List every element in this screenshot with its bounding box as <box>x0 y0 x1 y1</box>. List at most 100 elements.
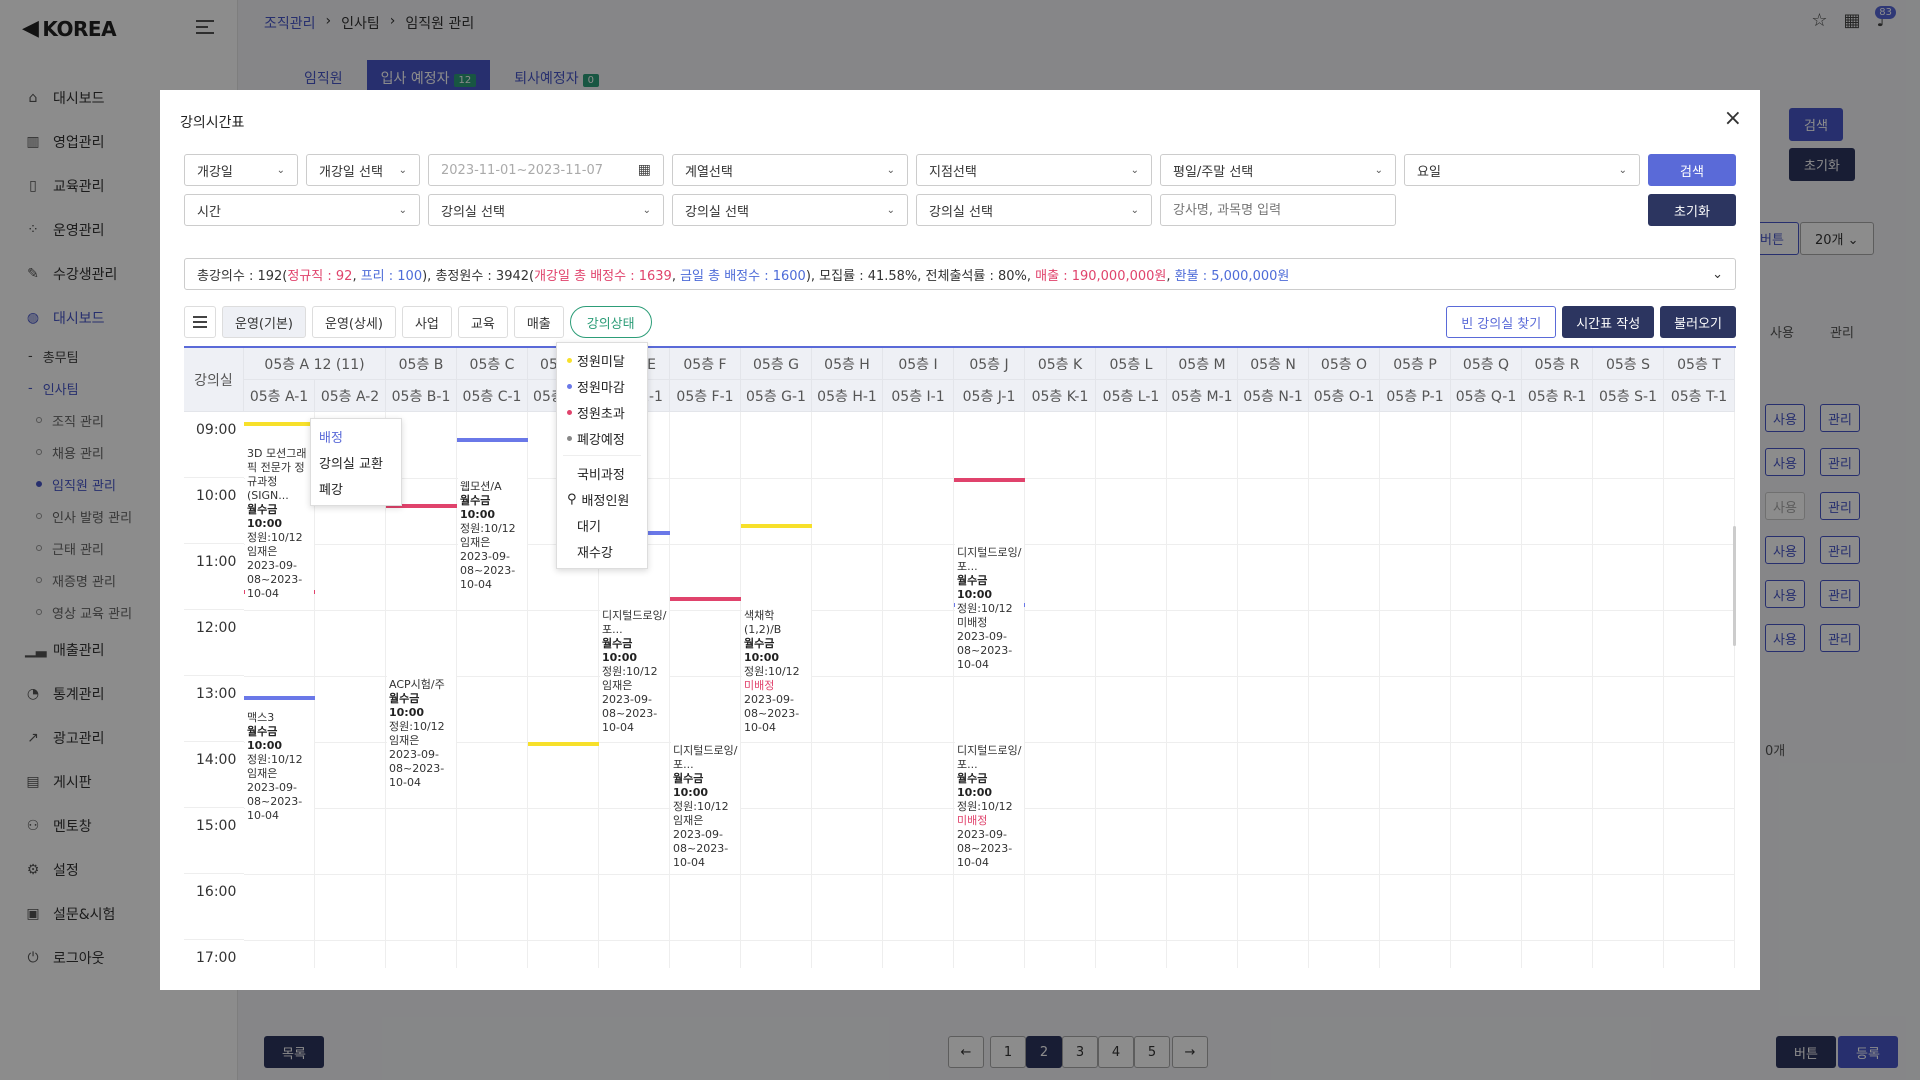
tab-operation-basic[interactable]: 운영(기본) <box>222 306 306 338</box>
tab-lecture-status[interactable]: 강의상태 <box>569 306 652 338</box>
status-dropdown: 정원미달 정원마감 정원초과 폐강예정 국비과정 ⚲ 배정인원 대기 재수강 <box>556 342 648 569</box>
lecture-card[interactable]: 디지털드로잉/포... 월수금 10:00 정원:10/12 미배정 2023-09-0… <box>955 544 1024 674</box>
time-label: 09:00 <box>184 412 244 478</box>
status-gov-course[interactable]: 국비과정 <box>557 460 647 486</box>
summary-text: 총강의수 : 192(정규직 : 92, 프리 : 100), 총정원수 : 3… <box>197 268 1290 284</box>
lecture-t: 맥스3 <box>247 711 275 724</box>
summary-bar[interactable]: 총강의수 : 192(정규직 : 92, 프리 : 100), 총정원수 : 3… <box>184 258 1736 290</box>
lecture-card[interactable]: 색채학(1,2)/B 월수금 10:00 정원:10/12 미배정 2023-09-08… <box>742 606 811 737</box>
room-select-2[interactable]: 강의실 선택 ⌄ <box>672 194 908 226</box>
lecture-card[interactable]: 웹모션/A 월수금 10:00 정원:10/12 임재은 2023-09-08~2023… <box>458 478 527 594</box>
lecture-card[interactable]: 맥스3 월수금 10:00 정원:10/12 임재은 2023-09-08~2023-1… <box>245 709 314 825</box>
grid-column <box>812 412 883 968</box>
time-select[interactable]: 시간 ⌄ <box>184 194 420 226</box>
search-button[interactable]: 검색 <box>1648 154 1736 186</box>
hamburger-icon[interactable] <box>184 306 216 338</box>
time-label: 11:00 <box>184 544 244 610</box>
lecture-p: 2023-09-08~2023-10-04 <box>247 559 303 600</box>
schedule-grid-body: 강의실05층 A 12 (11)05층 B05층 C05층 D05층 E05층 … <box>184 348 1736 968</box>
chevron-down-icon: ⌄ <box>398 164 407 176</box>
day-select[interactable]: 요일 ⌄ <box>1404 154 1640 186</box>
grid-column <box>1593 412 1664 968</box>
status-over[interactable]: 정원초과 <box>557 399 647 425</box>
subroom-header: 05층 H-1 <box>812 380 883 412</box>
grid-column <box>1025 412 1096 968</box>
time-label: 13:00 <box>184 676 244 742</box>
reset-button[interactable]: 초기화 <box>1648 194 1736 226</box>
tab-education[interactable]: 교육 <box>457 306 508 338</box>
chevron-down-icon: ⌄ <box>886 204 895 216</box>
lecture-card[interactable]: ACP시험/주 월수금 10:00 정원:10/12 임재은 2023-09-08~20… <box>387 676 456 792</box>
lecture-card[interactable]: 디지털드로잉/포... 월수금 10:00 정원:10/12 임재은 2023-09-0… <box>600 606 669 737</box>
person-icon: ⚲ <box>567 491 577 507</box>
grid-column <box>1096 412 1167 968</box>
series-select[interactable]: 계열선택 ⌄ <box>672 154 908 186</box>
ctx-swap-room[interactable]: 강의실 교환 <box>311 449 401 475</box>
scrollbar[interactable] <box>1733 526 1736 646</box>
close-icon[interactable]: × <box>1724 106 1742 131</box>
subroom-header: 05층 A-2 <box>315 380 386 412</box>
status-underfilled[interactable]: 정원미달 <box>557 347 647 373</box>
branch-select[interactable]: 지점선택 ⌄ <box>916 154 1152 186</box>
room-header: 05층 T <box>1664 348 1735 380</box>
lecture-d: 월수금 10:00 <box>673 772 709 799</box>
room-select-1[interactable]: 강의실 선택 ⌄ <box>428 194 664 226</box>
room-header: 05층 L <box>1096 348 1167 380</box>
grid-column <box>1380 412 1451 968</box>
tab-operation-detail[interactable]: 운영(상세) <box>311 306 396 338</box>
date-range-input[interactable]: 2023-11-01~2023-11-07 ▦ <box>428 154 664 186</box>
lecture-p: 2023-09-08~2023-10-04 <box>673 828 729 869</box>
lecture-d: 월수금 10:00 <box>957 772 993 799</box>
status-closing[interactable]: 폐강예정 <box>557 425 647 451</box>
time-label: 10:00 <box>184 478 244 544</box>
grid-column <box>1309 412 1380 968</box>
find-empty-room-button[interactable]: 빈 강의실 찾기 <box>1446 306 1557 338</box>
grid-column <box>883 412 954 968</box>
chevron-down-icon: ⌄ <box>1130 204 1139 216</box>
room-select-3[interactable]: 강의실 선택 ⌄ <box>916 194 1152 226</box>
grid-column <box>1167 412 1238 968</box>
chevron-down-icon: ⌄ <box>276 164 285 176</box>
lecture-m: 미배정 <box>957 814 988 827</box>
lecture-t: 3D 모션그래픽 전문가 정규과정(SIGN... <box>247 447 307 502</box>
schedule-grid: 강의실05층 A 12 (11)05층 B05층 C05층 D05층 E05층 … <box>184 346 1736 968</box>
weekday-select[interactable]: 평일/주말 선택 ⌄ <box>1160 154 1396 186</box>
subroom-header: 05층 B-1 <box>386 380 457 412</box>
status-bar <box>670 596 741 601</box>
lecture-card[interactable]: 디지털드로잉/포... 월수금 10:00 정원:10/12 임재은 2023-09-0… <box>671 742 740 872</box>
modal-title: 강의시간표 <box>180 115 245 131</box>
chevron-down-icon: ⌄ <box>1130 164 1139 176</box>
status-full[interactable]: 정원마감 <box>557 373 647 399</box>
lecture-i: 임재은 <box>460 536 491 549</box>
subroom-header: 05층 I-1 <box>883 380 954 412</box>
open-date-select[interactable]: 개강일 ⌄ <box>184 154 298 186</box>
create-schedule-button[interactable]: 시간표 작성 <box>1562 306 1655 338</box>
grid-column <box>670 412 741 968</box>
lecture-i: 임재은 <box>389 734 420 747</box>
keyword-input[interactable] <box>1160 194 1396 226</box>
ctx-close[interactable]: 폐강 <box>311 475 401 501</box>
time-label: 12:00 <box>184 610 244 676</box>
lecture-t: 웹모션/A <box>460 480 502 493</box>
status-waiting[interactable]: 대기 <box>557 512 647 538</box>
grid-corner: 강의실 <box>184 348 244 412</box>
tab-business[interactable]: 사업 <box>401 306 452 338</box>
lecture-t: 디지털드로잉/포... <box>957 546 1022 573</box>
ctx-assign[interactable]: 배정 <box>311 423 401 449</box>
open-date-choice-select[interactable]: 개강일 선택 ⌄ <box>306 154 420 186</box>
subroom-header: 05층 F-1 <box>670 380 741 412</box>
load-button[interactable]: 불러오기 <box>1660 306 1736 338</box>
lecture-d: 월수금 10:00 <box>957 574 993 601</box>
lecture-card[interactable]: 3D 모션그래픽 전문가 정규과정(SIGN... 월수금 10:00 정원:10/… <box>245 445 314 603</box>
grid-column <box>1238 412 1309 968</box>
status-assigned[interactable]: ⚲ 배정인원 <box>557 486 647 512</box>
lecture-p: 2023-09-08~2023-10-04 <box>602 692 658 734</box>
lecture-d: 월수금 10:00 <box>389 692 425 719</box>
grid-column <box>1664 412 1735 968</box>
chevron-down-icon: ⌄ <box>398 204 407 216</box>
chevron-down-icon: ⌄ <box>642 204 651 216</box>
status-bar <box>954 478 1025 482</box>
lecture-card[interactable]: 디지털드로잉/포... 월수금 10:00 정원:10/12 미배정 2023-09-0… <box>955 742 1024 872</box>
status-retake[interactable]: 재수강 <box>557 538 647 564</box>
tab-sales[interactable]: 매출 <box>513 306 564 338</box>
